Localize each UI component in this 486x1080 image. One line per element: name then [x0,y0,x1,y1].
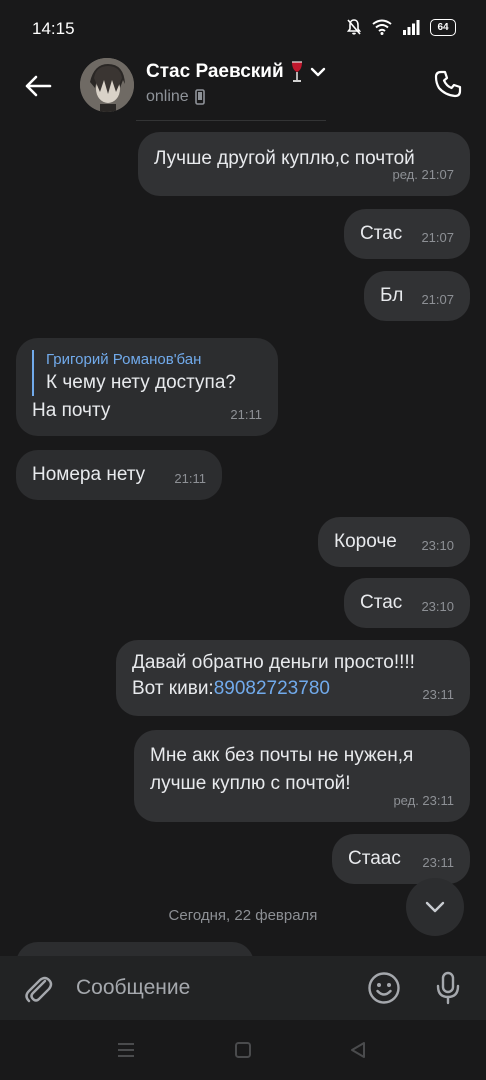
message-outgoing[interactable]: Давай обратно деньги просто!!!! Вот киви… [116,640,470,716]
message-outgoing[interactable]: Стас 21:07 [344,209,470,259]
back-button[interactable] [18,66,58,106]
message-outgoing[interactable]: Стаас 23:11 [332,834,470,884]
contact-status-text: online [146,88,189,105]
message-time: 21:11 [174,471,206,486]
reply-text: К чему нету доступа? [46,372,236,393]
chevron-down-icon [310,67,325,77]
attach-button[interactable] [18,968,58,1008]
phone-link[interactable]: 89082723780 [214,678,330,699]
message-outgoing[interactable]: Бл 21:07 [364,271,470,321]
arrow-left-icon [25,75,52,97]
status-icons: 64 [346,18,456,36]
recent-apps-button[interactable] [114,1038,138,1062]
status-time: 14:15 [32,19,75,38]
contact-name-text: Стас Раевский [146,61,284,82]
triangle-back-icon [351,1042,365,1058]
message-incoming[interactable]: Григорий Романов'бан К чему нету доступа… [16,338,278,436]
message-text: Бл [380,285,404,306]
message-time: 23:11 [422,687,454,702]
message-incoming-partial[interactable] [16,942,254,956]
battery-indicator: 64 [430,18,456,36]
paperclip-icon [25,976,53,1003]
message-text-line: Давай обратно деньги просто!!!! [132,652,415,673]
message-text: На почту [32,400,111,421]
message-text: Лучше другой куплю,с почтой [154,148,415,169]
message-text: Стас [360,592,403,613]
message-outgoing[interactable]: Лучше другой куплю,с почтой ред. 21:07 [138,132,470,196]
message-text: Стас [360,223,403,244]
message-composer [0,956,486,1020]
message-time: 21:11 [230,407,262,422]
system-nav-bar [0,1020,486,1080]
message-time: ред. 21:07 [392,167,454,182]
call-button[interactable] [428,64,468,104]
scroll-down-button[interactable] [406,878,464,936]
voice-message-button[interactable] [428,968,468,1008]
menu-lines-icon [118,1043,134,1057]
signal-icon [403,20,420,35]
wifi-icon [372,19,392,35]
message-outgoing[interactable]: Стас 23:10 [344,578,470,628]
avatar[interactable] [80,58,134,112]
message-outgoing[interactable]: Короче 23:10 [318,517,470,567]
contact-name[interactable]: Стас Раевский [146,61,326,83]
mobile-device-icon [194,89,205,105]
smile-icon [368,972,400,1004]
message-time: 23:11 [422,855,454,870]
message-time: 23:10 [421,599,454,614]
home-button[interactable] [231,1038,255,1062]
message-list[interactable]: Лучше другой куплю,с почтой ред. 21:07 С… [0,128,486,956]
message-incoming[interactable]: Номера нету 21:11 [16,450,222,500]
message-time: 21:07 [421,230,454,245]
message-text: Короче [334,531,397,552]
message-text-line: Мне акк без почты не нужен,я [150,745,414,766]
header-divider [136,120,326,121]
avatar-image-icon [80,58,134,112]
message-text-prefix: Вот киви: [132,678,214,699]
message-text-line: Вот киви:89082723780 [132,676,454,702]
chevron-down-icon [425,901,445,913]
square-icon [235,1042,251,1058]
message-time: 23:10 [421,538,454,553]
chat-header: Стас Раевский online [0,58,486,118]
message-text: Номера нету [32,464,146,485]
mute-bell-icon [346,19,362,35]
status-bar: 14:15 64 [0,0,486,58]
message-time: ред. 23:11 [393,793,454,808]
message-time: 21:07 [421,292,454,307]
message-text: Стаас [348,848,401,869]
phone-icon [434,70,462,98]
contact-status: online [146,88,205,106]
emoji-button[interactable] [364,968,404,1008]
reply-author: Григорий Романов'бан [46,351,202,368]
message-outgoing[interactable]: Мне акк без почты не нужен,я лучше куплю… [134,730,470,822]
wine-glass-icon [291,61,302,82]
message-input[interactable] [76,968,346,1008]
reply-quote[interactable]: Григорий Романов'бан К чему нету доступа… [32,350,262,396]
microphone-icon [436,971,460,1005]
system-back-button[interactable] [346,1038,370,1062]
